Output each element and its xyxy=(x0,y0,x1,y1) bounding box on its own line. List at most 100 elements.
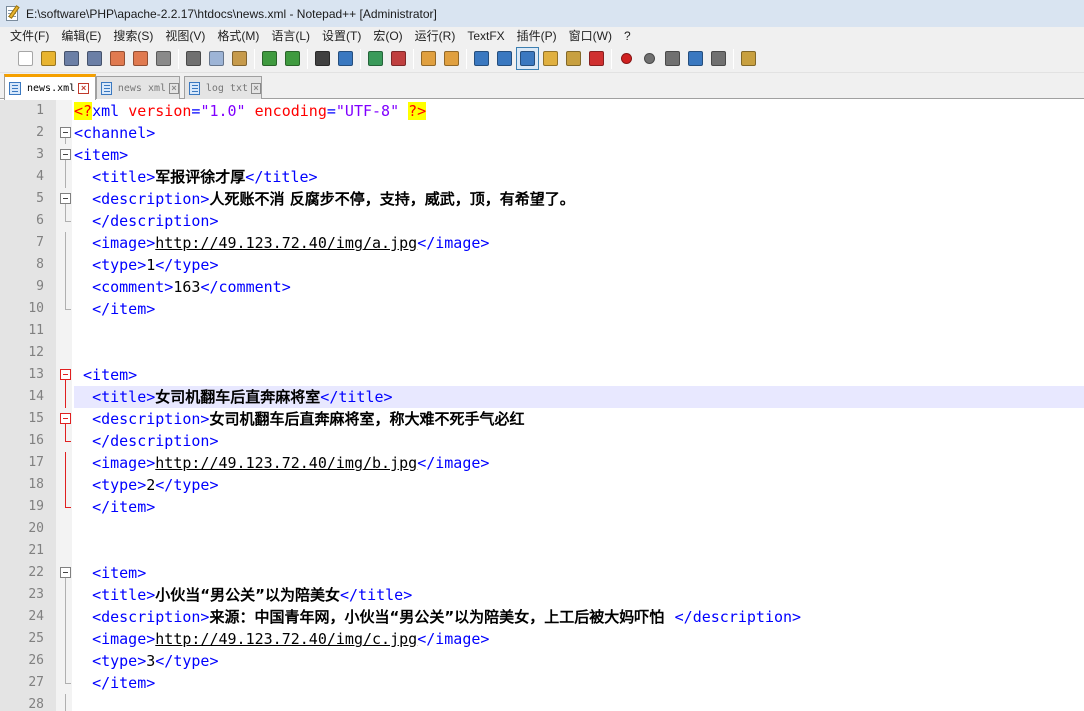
menu-item-12[interactable]: ? xyxy=(618,27,637,45)
editor-line[interactable]: 5 <description>人死账不消 反腐步不停，支持，威武，顶，有希望了。 xyxy=(0,188,1084,210)
code-area[interactable]: <item> xyxy=(74,144,1084,166)
play-macro-button[interactable] xyxy=(661,47,684,70)
code-token-url[interactable]: http://49.123.72.40/img/c.jpg xyxy=(155,630,417,648)
find-button[interactable] xyxy=(311,47,334,70)
redo-button[interactable] xyxy=(281,47,304,70)
function-list-button[interactable] xyxy=(585,47,608,70)
menu-item-11[interactable]: 窗口(W) xyxy=(563,27,618,45)
code-area[interactable] xyxy=(74,694,1084,711)
save-all-button[interactable] xyxy=(83,47,106,70)
sync-vertical-button[interactable] xyxy=(417,47,440,70)
zoom-in-button[interactable] xyxy=(364,47,387,70)
code-area[interactable]: <description>来源：中国青年网，小伙当“男公关”以为陪美女，上工后被… xyxy=(74,606,1084,628)
code-area[interactable]: </item> xyxy=(74,496,1084,518)
code-area[interactable]: <description>人死账不消 反腐步不停，支持，威武，顶，有希望了。 xyxy=(74,188,1084,210)
editor-line[interactable]: 20 xyxy=(0,518,1084,540)
user-lang-button[interactable] xyxy=(539,47,562,70)
close-tab-icon[interactable]: × xyxy=(251,82,261,94)
editor-line[interactable]: 11 xyxy=(0,320,1084,342)
close-tab-icon[interactable]: × xyxy=(78,83,90,94)
code-area[interactable]: <item> xyxy=(74,364,1084,386)
editor-line[interactable]: 28 xyxy=(0,694,1084,711)
open-file-button[interactable] xyxy=(37,47,60,70)
menu-item-6[interactable]: 设置(T) xyxy=(316,27,367,45)
editor-line[interactable]: 10 </item> xyxy=(0,298,1084,320)
save-button[interactable] xyxy=(60,47,83,70)
doc-map-button[interactable] xyxy=(562,47,585,70)
editor-line[interactable]: 22 <item> xyxy=(0,562,1084,584)
code-area[interactable]: <type>1</type> xyxy=(74,254,1084,276)
code-area[interactable]: <channel> xyxy=(74,122,1084,144)
zoom-out-button[interactable] xyxy=(387,47,410,70)
code-area[interactable]: <title>女司机翻车后直奔麻将室</title> xyxy=(74,386,1084,408)
undo-button[interactable] xyxy=(258,47,281,70)
run-macro-multiple-button[interactable] xyxy=(684,47,707,70)
close-tab-icon[interactable]: × xyxy=(169,82,179,94)
editor-line[interactable]: 7 <image>http://49.123.72.40/img/a.jpg</… xyxy=(0,232,1084,254)
code-area[interactable] xyxy=(74,518,1084,540)
editor-line[interactable]: 9 <comment>163</comment> xyxy=(0,276,1084,298)
code-area[interactable]: <description>女司机翻车后直奔麻将室，称大难不死手气必红 xyxy=(74,408,1084,430)
editor-line[interactable]: 12 xyxy=(0,342,1084,364)
editor-line[interactable]: 27 </item> xyxy=(0,672,1084,694)
code-area[interactable]: </description> xyxy=(74,210,1084,232)
sync-horizontal-button[interactable] xyxy=(440,47,463,70)
editor-line[interactable]: 18 <type>2</type> xyxy=(0,474,1084,496)
editor-line[interactable]: 1 <?xml version="1.0" encoding="UTF-8" ?> xyxy=(0,100,1084,122)
print-button[interactable] xyxy=(152,47,175,70)
menu-item-9[interactable]: TextFX xyxy=(461,27,510,45)
code-area[interactable]: </item> xyxy=(74,672,1084,694)
code-token-url[interactable]: http://49.123.72.40/img/b.jpg xyxy=(155,454,417,472)
menu-item-0[interactable]: 文件(F) xyxy=(4,27,55,45)
indent-guide-button[interactable] xyxy=(516,47,539,70)
menu-item-4[interactable]: 格式(M) xyxy=(211,27,265,45)
code-area[interactable] xyxy=(74,540,1084,562)
close-all-button[interactable] xyxy=(129,47,152,70)
copy-button[interactable] xyxy=(205,47,228,70)
editor-line[interactable]: 6 </description> xyxy=(0,210,1084,232)
editor-line[interactable]: 24 <description>来源：中国青年网，小伙当“男公关”以为陪美女，上… xyxy=(0,606,1084,628)
code-area[interactable]: <image>http://49.123.72.40/img/b.jpg</im… xyxy=(74,452,1084,474)
editor-line[interactable]: 14 <title>女司机翻车后直奔麻将室</title> xyxy=(0,386,1084,408)
fold-toggle-icon[interactable] xyxy=(60,193,71,204)
code-area[interactable]: <title>小伙当“男公关”以为陪美女</title> xyxy=(74,584,1084,606)
code-token-url[interactable]: http://49.123.72.40/img/a.jpg xyxy=(155,234,417,252)
code-area[interactable]: <item> xyxy=(74,562,1084,584)
stop-record-button[interactable] xyxy=(638,47,661,70)
tab-2[interactable]: log txt × xyxy=(184,76,262,99)
code-area[interactable]: <comment>163</comment> xyxy=(74,276,1084,298)
fold-toggle-icon[interactable] xyxy=(60,413,71,424)
editor-line[interactable]: 26 <type>3</type> xyxy=(0,650,1084,672)
fold-toggle-icon[interactable] xyxy=(60,127,71,138)
tab-1[interactable]: news xml × xyxy=(96,76,180,99)
fold-toggle-icon[interactable] xyxy=(60,567,71,578)
menu-item-5[interactable]: 语言(L) xyxy=(265,27,316,45)
code-area[interactable]: <image>http://49.123.72.40/img/c.jpg</im… xyxy=(74,628,1084,650)
show-all-chars-button[interactable] xyxy=(493,47,516,70)
word-wrap-button[interactable] xyxy=(470,47,493,70)
editor-line[interactable]: 21 xyxy=(0,540,1084,562)
code-area[interactable]: </item> xyxy=(74,298,1084,320)
editor-line[interactable]: 16 </description> xyxy=(0,430,1084,452)
paste-button[interactable] xyxy=(228,47,251,70)
menu-item-8[interactable]: 运行(R) xyxy=(409,27,462,45)
spell-check-button[interactable] xyxy=(737,47,760,70)
menu-item-3[interactable]: 视图(V) xyxy=(159,27,211,45)
tab-0[interactable]: news.xml × xyxy=(4,74,96,100)
editor-line[interactable]: 25 <image>http://49.123.72.40/img/c.jpg<… xyxy=(0,628,1084,650)
editor-line[interactable]: 13 <item> xyxy=(0,364,1084,386)
code-area[interactable] xyxy=(74,320,1084,342)
save-macro-button[interactable] xyxy=(707,47,730,70)
editor-line[interactable]: 2 <channel> xyxy=(0,122,1084,144)
code-area[interactable] xyxy=(74,342,1084,364)
editor-line[interactable]: 8 <type>1</type> xyxy=(0,254,1084,276)
editor-line[interactable]: 23 <title>小伙当“男公关”以为陪美女</title> xyxy=(0,584,1084,606)
editor-line[interactable]: 3 <item> xyxy=(0,144,1084,166)
new-file-button[interactable] xyxy=(14,47,37,70)
menu-item-7[interactable]: 宏(O) xyxy=(367,27,408,45)
editor[interactable]: 1 <?xml version="1.0" encoding="UTF-8" ?>… xyxy=(0,100,1084,711)
code-area[interactable]: <type>2</type> xyxy=(74,474,1084,496)
cut-button[interactable] xyxy=(182,47,205,70)
menu-item-10[interactable]: 插件(P) xyxy=(511,27,563,45)
editor-line[interactable]: 4 <title>军报评徐才厚</title> xyxy=(0,166,1084,188)
